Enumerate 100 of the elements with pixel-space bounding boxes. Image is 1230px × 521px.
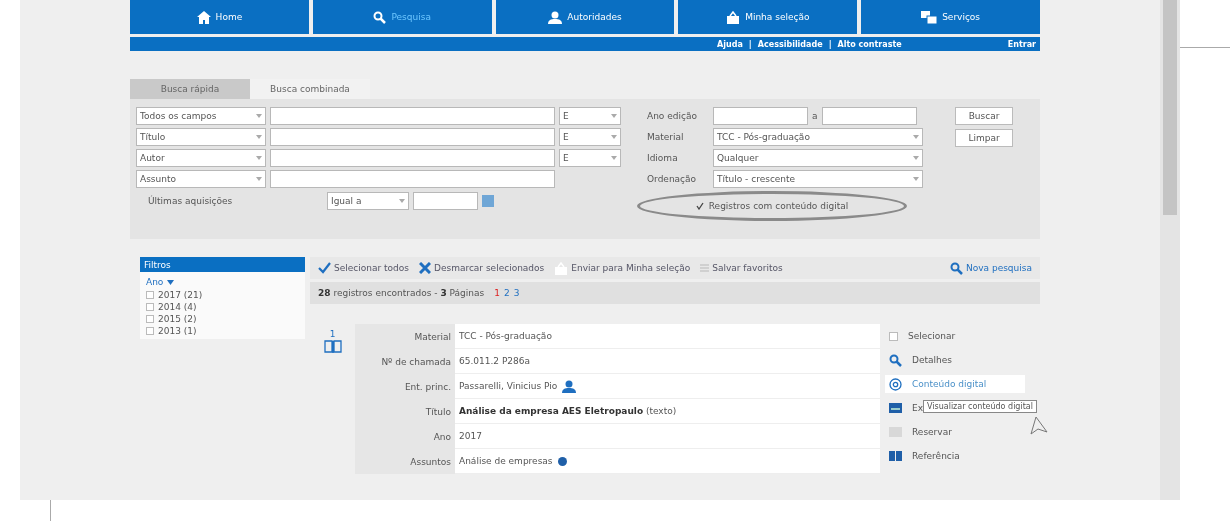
filter-select[interactable]: Título - crescente xyxy=(713,170,923,188)
year-label: Ano edição xyxy=(647,110,698,123)
caret-icon xyxy=(256,135,262,139)
results-summary: 28 registros encontrados - 3 Páginas xyxy=(318,288,485,298)
card-icon xyxy=(889,403,902,413)
field-select[interactable]: Título xyxy=(136,128,266,146)
caret-icon xyxy=(399,199,405,203)
operator-select[interactable]: E xyxy=(559,149,621,167)
year-to-input[interactable] xyxy=(821,107,917,125)
field-label: Ano xyxy=(355,424,455,449)
basket-icon xyxy=(726,10,741,24)
nav-tab[interactable]: Autoridades xyxy=(495,0,675,34)
info-icon[interactable] xyxy=(557,456,567,466)
search-input[interactable] xyxy=(270,170,555,188)
record-action[interactable]: Reservar xyxy=(885,423,956,441)
filters-title: Filtros xyxy=(140,257,305,272)
caret-icon xyxy=(611,156,617,160)
field-select[interactable]: Assunto xyxy=(136,170,266,188)
caret-icon xyxy=(913,135,919,139)
search-icon xyxy=(950,261,963,275)
nav-tab[interactable]: Serviços xyxy=(861,0,1040,34)
field-label: Material xyxy=(355,324,455,349)
toolbar-action[interactable]: Selecionar todos xyxy=(318,262,409,274)
page-link[interactable]: 2 xyxy=(502,288,512,298)
between-label: a xyxy=(812,110,818,123)
checkbox[interactable] xyxy=(146,303,154,311)
field-label: Assuntos xyxy=(355,449,455,474)
year-from-input[interactable] xyxy=(713,107,808,125)
top-link[interactable]: Alto contraste xyxy=(837,39,902,49)
comparator-select[interactable]: Igual a xyxy=(327,192,409,210)
person-icon xyxy=(548,10,563,24)
login-link[interactable]: Entrar xyxy=(1007,39,1036,49)
filter-group[interactable]: Ano xyxy=(146,277,164,287)
filter-option[interactable]: 2013 (1) xyxy=(158,326,197,336)
at-icon xyxy=(889,377,902,391)
page-link[interactable]: 3 xyxy=(511,288,522,298)
calendar-icon[interactable] xyxy=(482,195,494,207)
filter-option[interactable]: 2015 (2) xyxy=(158,314,197,324)
field-select[interactable]: Autor xyxy=(136,149,266,167)
toolbar-action[interactable]: Enviar para Minha seleção xyxy=(554,261,691,275)
search-icon xyxy=(889,353,902,367)
windows-icon xyxy=(921,10,938,24)
nav-tab[interactable]: Home xyxy=(130,0,309,34)
toolbar-action[interactable]: Salvar favoritos xyxy=(700,263,783,273)
checkbox[interactable] xyxy=(146,291,154,299)
search-icon xyxy=(373,10,387,24)
search-input[interactable] xyxy=(270,128,555,146)
filter-select[interactable]: Qualquer xyxy=(713,149,923,167)
book-icon xyxy=(323,339,342,353)
toolbar-action[interactable]: Desmarcar selecionados xyxy=(418,262,545,274)
separator: | xyxy=(828,39,832,49)
cross-icon xyxy=(418,262,431,274)
field-label: Nº de chamada xyxy=(355,349,455,374)
top-link[interactable]: Acessibilidade xyxy=(757,39,823,49)
filter-label: Material xyxy=(647,131,685,144)
tooltip: Visualizar conteúdo digital xyxy=(923,400,1037,413)
acquisitions-label: Últimas aquisições xyxy=(147,196,234,206)
checkbox[interactable] xyxy=(146,315,154,323)
nav-tab[interactable]: Minha seleção xyxy=(678,0,858,34)
caret-icon xyxy=(167,279,175,285)
home-icon xyxy=(196,10,211,24)
field-value: TCC - Pós-graduação xyxy=(459,331,552,341)
record-action[interactable]: Detalhes xyxy=(885,351,956,369)
filter-select[interactable]: TCC - Pós-graduação xyxy=(713,128,923,146)
top-link[interactable]: Ajuda xyxy=(717,39,743,49)
field-value: 65.011.2 P286a xyxy=(459,356,531,366)
scrollbar-thumb[interactable] xyxy=(1163,0,1177,215)
operator-select[interactable]: E xyxy=(559,128,621,146)
separator: | xyxy=(748,39,752,49)
operator-select[interactable]: E xyxy=(559,107,621,125)
search-input[interactable] xyxy=(270,107,555,125)
caret-icon xyxy=(256,156,262,160)
search-input[interactable] xyxy=(270,149,555,167)
field-label: Ent. princ. xyxy=(355,374,455,399)
digital-checkbox[interactable]: Registros com conteúdo digital xyxy=(695,198,849,214)
record-action[interactable]: Conteúdo digital xyxy=(885,375,1025,393)
page-link[interactable]: 1 xyxy=(492,288,502,298)
checkbox[interactable] xyxy=(146,327,154,335)
record-action[interactable]: Referência xyxy=(885,447,964,465)
cursor-icon xyxy=(1030,416,1048,436)
checkbox-icon xyxy=(889,331,898,341)
new-search-link[interactable]: Nova pesquisa xyxy=(950,261,1032,275)
caret-icon xyxy=(611,114,617,118)
field-value: 2017 xyxy=(459,431,482,441)
check-icon xyxy=(318,262,331,274)
search-tab[interactable]: Busca rápida xyxy=(130,79,250,99)
form-button[interactable]: Limpar xyxy=(955,129,1013,147)
form-button[interactable]: Buscar xyxy=(955,107,1013,125)
field-value[interactable]: Passarelli, Vinicius Pio xyxy=(459,381,558,391)
field-select[interactable]: Todos os campos xyxy=(136,107,266,125)
filter-option[interactable]: 2017 (21) xyxy=(158,290,203,300)
record-number: 1 xyxy=(329,329,336,339)
caret-icon xyxy=(913,156,919,160)
filter-option[interactable]: 2014 (4) xyxy=(158,302,197,312)
field-value: Análise de empresas xyxy=(459,456,553,466)
record-action[interactable]: Selecionar xyxy=(885,327,960,345)
caret-icon xyxy=(611,135,617,139)
field-value: Análise da empresa AES Eletropaulo (texto) xyxy=(459,406,677,416)
date-input[interactable] xyxy=(413,192,478,210)
caret-icon xyxy=(256,114,262,118)
